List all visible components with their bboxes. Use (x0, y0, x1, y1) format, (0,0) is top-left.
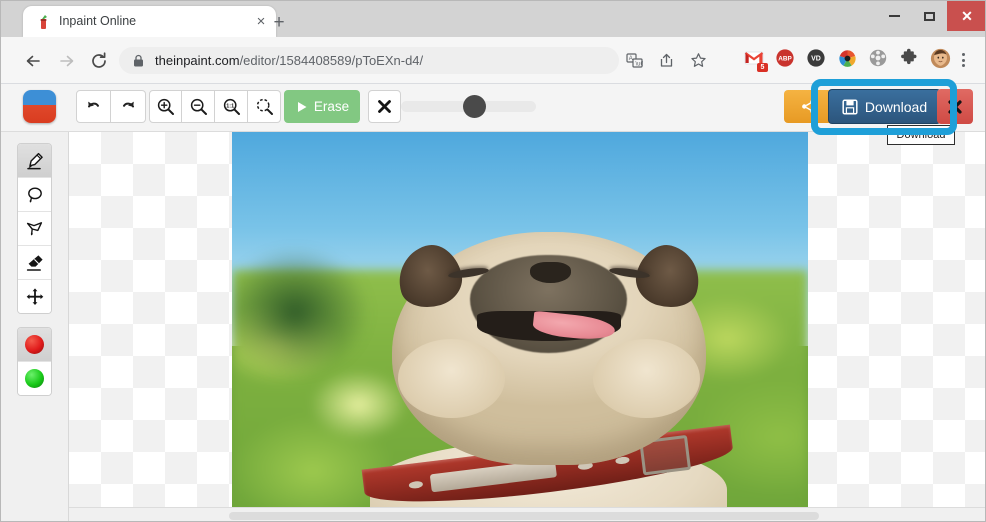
green-color-circle (25, 369, 44, 388)
browser-navbar: theinpaint.com/editor/1584408589/pToEXn-… (1, 37, 985, 84)
gmail-badge: 5 (757, 63, 768, 72)
tab-title: Inpaint Online (59, 14, 137, 28)
color-wheel-icon[interactable] (834, 45, 860, 71)
new-tab-button[interactable]: + (269, 13, 289, 33)
zoom-fit-button[interactable] (248, 90, 281, 123)
puzzle-extensions-icon[interactable] (896, 45, 922, 71)
tool-sidebar (1, 132, 69, 521)
erase-button[interactable]: Erase (284, 90, 360, 123)
bookmark-star-icon[interactable] (685, 47, 711, 73)
polygon-lasso-tool[interactable] (18, 212, 51, 246)
window-maximize-button[interactable] (912, 1, 947, 31)
green-swatch[interactable] (18, 362, 51, 395)
brush-slider-handle[interactable] (463, 95, 486, 118)
window-close-button[interactable]: ✕ (947, 1, 985, 31)
svg-text:1:1: 1:1 (226, 103, 234, 109)
photo-dark-bush (232, 246, 371, 378)
reload-icon[interactable] (85, 47, 113, 75)
red-swatch[interactable] (18, 328, 51, 362)
browser-tab[interactable]: Inpaint Online × (23, 6, 276, 37)
url-path: /editor/1584408589/pToEXn-d4/ (239, 53, 424, 68)
window-controls: ✕ (877, 1, 985, 31)
marker-tool[interactable] (18, 144, 51, 178)
chrome-menu-icon[interactable] (951, 47, 975, 73)
download-button[interactable]: Download (828, 89, 941, 124)
lasso-tool[interactable] (18, 178, 51, 212)
zoom-actual-size-button[interactable]: 1:1 (215, 90, 248, 123)
tab-close-icon[interactable]: × (253, 14, 269, 30)
zoom-in-button[interactable] (149, 90, 182, 123)
play-triangle-icon (297, 101, 307, 112)
brush-size-slider[interactable] (401, 90, 536, 123)
svg-text:\u6587: \u6587 (635, 61, 643, 67)
clear-selection-button[interactable] (368, 90, 401, 123)
collar-stud (408, 479, 424, 489)
horizontal-scrollbar[interactable] (69, 507, 985, 521)
gmail-icon[interactable]: 5 (741, 45, 768, 72)
url-text: theinpaint.com/editor/1584408589/pToEXn-… (155, 53, 423, 68)
back-arrow-icon[interactable] (19, 47, 47, 75)
profile-avatar[interactable] (927, 45, 953, 71)
share-icon[interactable] (653, 47, 679, 73)
omnibox-actions: A \u6587 (621, 47, 711, 73)
app-close-button[interactable] (937, 89, 973, 124)
svg-text:ABP: ABP (778, 56, 792, 63)
editor-canvas[interactable] (69, 132, 985, 515)
inpaint-favicon (35, 14, 51, 30)
download-button-label: Download (864, 98, 928, 115)
inpaint-logo[interactable] (23, 90, 56, 123)
window-minimize-button[interactable] (877, 1, 912, 31)
lock-icon[interactable] (133, 54, 144, 67)
film-reel-icon[interactable] (865, 45, 891, 71)
svg-text:A: A (628, 56, 632, 62)
tool-group-drawing (17, 143, 52, 314)
dog-cheek-right (592, 338, 700, 418)
extensions-bar: 5 ABP VD (741, 45, 953, 72)
browser-window: Inpaint Online × + ✕ theinpaint.com/edit… (0, 0, 986, 522)
url-host: theinpaint.com (155, 53, 240, 68)
address-bar[interactable]: theinpaint.com/editor/1584408589/pToEXn-… (119, 47, 619, 74)
dog-head (390, 231, 707, 465)
svg-text:VD: VD (811, 56, 821, 63)
undo-button[interactable] (76, 90, 111, 123)
photo-dog (361, 231, 736, 515)
move-tool[interactable] (18, 280, 51, 313)
red-color-circle (25, 335, 44, 354)
video-downloader-icon[interactable]: VD (803, 45, 829, 71)
save-floppy-icon (842, 98, 858, 115)
browser-titlebar: Inpaint Online × + ✕ (1, 1, 985, 37)
eraser-tool[interactable] (18, 246, 51, 280)
dog-cheek-left (397, 338, 505, 418)
translate-icon[interactable]: A \u6587 (621, 47, 647, 73)
forward-arrow-icon[interactable] (53, 47, 81, 75)
tool-group-colors (17, 327, 52, 396)
dog-nose (529, 261, 571, 283)
brush-slider-track[interactable] (401, 95, 536, 118)
pug-dog-photo[interactable] (232, 132, 808, 515)
zoom-out-button[interactable] (182, 90, 215, 123)
share-glyph-icon (801, 99, 815, 114)
redo-button[interactable] (111, 90, 146, 123)
horizontal-scrollbar-thumb[interactable] (229, 512, 819, 520)
share-button[interactable] (784, 90, 832, 123)
erase-button-label: Erase (313, 99, 350, 114)
adblock-plus-icon[interactable]: ABP (772, 45, 798, 71)
download-tooltip: Download (887, 125, 955, 145)
